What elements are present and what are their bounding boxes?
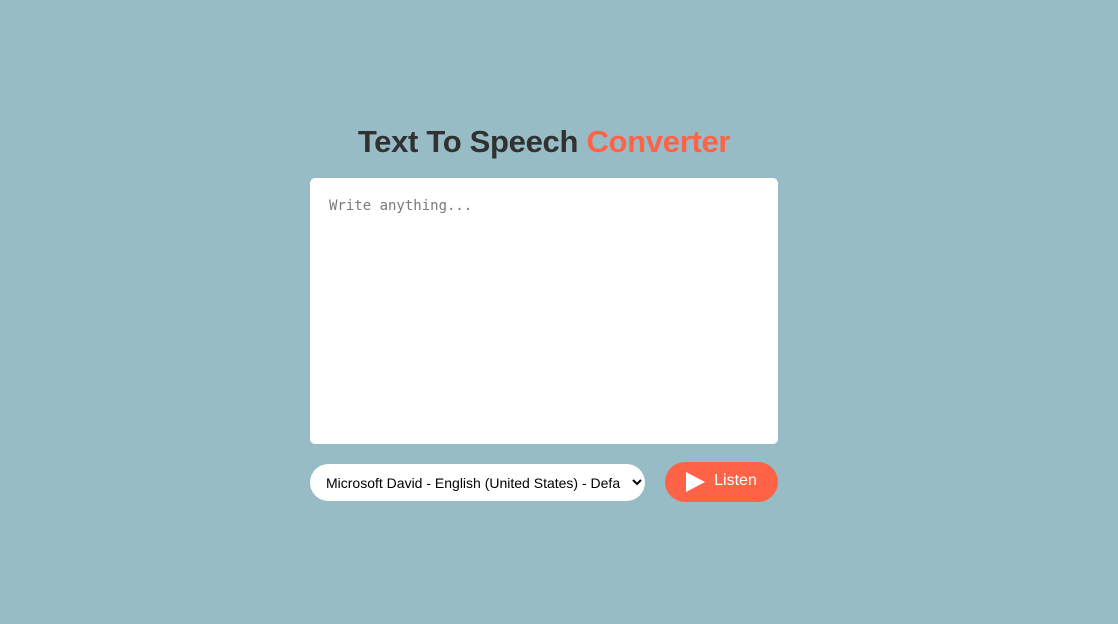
page: Text To Speech Converter Microsoft David… <box>0 0 1118 624</box>
listen-button[interactable]: Listen <box>665 462 778 502</box>
page-title: Text To Speech Converter <box>310 122 778 162</box>
listen-label: Listen <box>714 472 757 489</box>
text-input[interactable] <box>310 178 778 444</box>
title-accent: Converter <box>586 124 731 159</box>
voice-select[interactable]: Microsoft David - English (United States… <box>310 464 645 501</box>
title-main: Text To Speech <box>357 124 579 159</box>
play-icon <box>686 472 706 492</box>
